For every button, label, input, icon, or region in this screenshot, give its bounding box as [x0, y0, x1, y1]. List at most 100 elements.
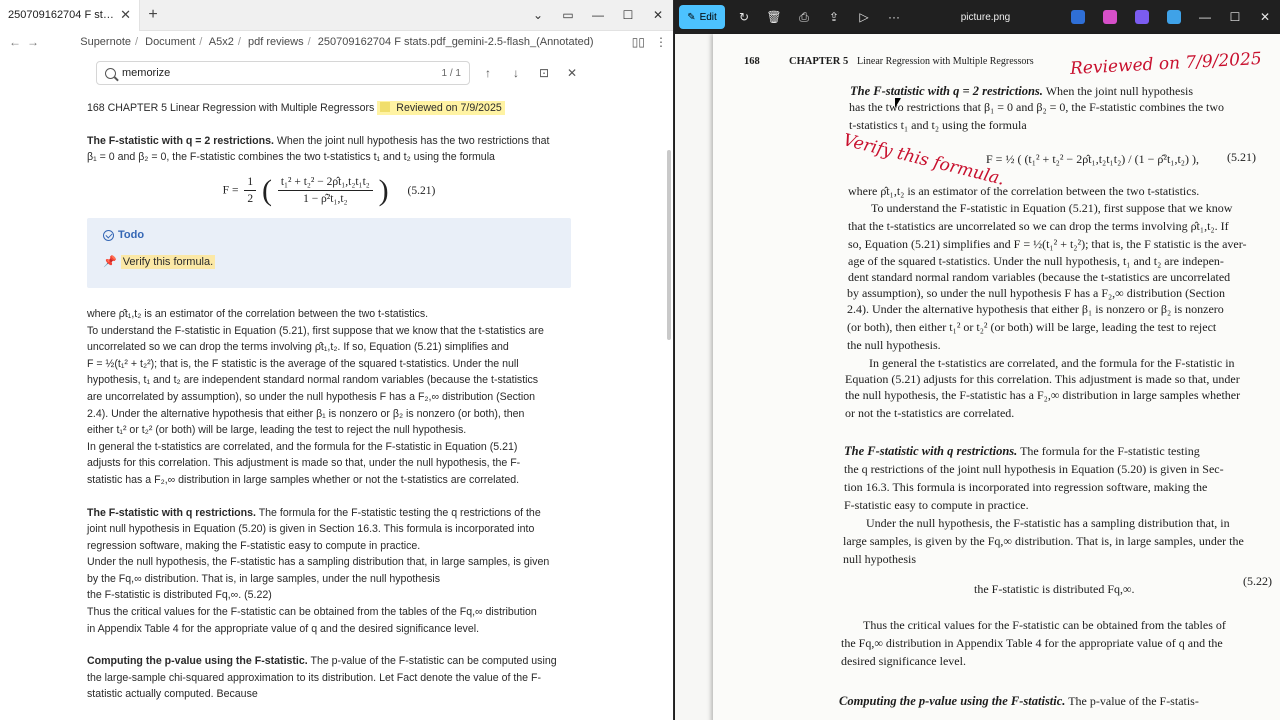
breadcrumb-item[interactable]: A5x2 — [209, 36, 234, 48]
nav-bar: ← → Supernote / Document / A5x2/ pdf revie… — [0, 31, 673, 53]
paragraph-line: The F-statistic with q = 2 restrictions.… — [87, 134, 550, 147]
scan-line: by assumption), so under the null hypoth… — [847, 286, 1226, 300]
edit-icon: ✎ — [687, 11, 696, 23]
sidebar-toggle-icon[interactable]: ▭ — [553, 8, 583, 22]
select-all-icon[interactable]: ⊡ — [534, 66, 554, 80]
scan-line: Computing the p-value using the F-statis… — [839, 694, 1199, 708]
search-icon — [105, 67, 116, 79]
window-title: picture.png — [960, 11, 1011, 23]
scan-line: has the two restrictions that β₁ = 0 and… — [849, 100, 1225, 114]
scan-line: In general the t-statistics are correlat… — [869, 356, 1235, 370]
document-tab[interactable]: 250709162704 F stats.pdf_... ✕ — [0, 0, 140, 31]
paragraph-line: regression software, making the F-statis… — [87, 539, 421, 552]
more-options-icon[interactable]: ··· — [883, 10, 905, 24]
formula-half: 12 — [244, 174, 257, 208]
book-icon[interactable]: ▯▯ — [632, 35, 645, 49]
scan-formula: F = ½ ( (t₁² + t₂² − 2ρ̂t₁,t₂t₁t₂) / (1 … — [986, 152, 1199, 166]
scan-line: the q restrictions of the joint null hyp… — [844, 462, 1224, 476]
paragraph-line: where ρ̂t₁,t₂ is an estimator of the cor… — [87, 307, 429, 320]
paragraph-line: Computing the p-value using the F-statis… — [87, 655, 557, 668]
breadcrumb: Supernote / Document / A5x2/ pdf reviews / … — [80, 36, 594, 48]
arrow-down-icon[interactable]: ↓ — [506, 66, 526, 80]
back-arrow-icon[interactable]: ← — [6, 35, 24, 49]
notes-window: 250709162704 F stats.pdf_... ✕ + ⌄ ▭ — ☐… — [0, 0, 674, 720]
paragraph-line: in Appendix Table 4 for the appropriate … — [87, 622, 480, 635]
paragraph-line: are uncorrelated by assumption), so unde… — [87, 390, 536, 403]
close-tab-icon[interactable]: ✕ — [120, 7, 131, 23]
scan-line: null hypothesis — [843, 552, 917, 566]
scan-line: (or both), then either t₁² or t₂² (or bo… — [847, 320, 1217, 334]
image-viewer-window: ✎ Edit ↻ 🗑 ⎙ ⇪ ▷ ··· picture.png — ☐ ✕ 16… — [675, 0, 1280, 720]
paragraph-line: To understand the F-statistic in Equatio… — [87, 324, 544, 337]
paragraph-line: either t₁² or t₂² (or both) will be larg… — [87, 424, 467, 437]
reviewed-highlight: Reviewed on 7/9/2025 — [377, 101, 505, 115]
scan-line: Under the null hypothesis, the F-statist… — [866, 516, 1230, 530]
formula-numerator: t₁² + t₂² − 2ρ̂t₁,t₂t₁t₂ — [277, 174, 373, 192]
breadcrumb-item[interactable]: pdf reviews — [248, 36, 304, 48]
app-icon[interactable] — [1135, 10, 1149, 24]
scan-line: large samples, is given by the Fq,∞ dist… — [843, 534, 1244, 548]
forward-arrow-icon[interactable]: → — [24, 35, 42, 49]
scan-line: F-statistic easy to compute in practice. — [844, 498, 1029, 512]
scan-line: The F-statistic with q = 2 restrictions.… — [850, 84, 1194, 98]
app-icon[interactable] — [1071, 10, 1085, 24]
minimize-icon[interactable]: — — [1194, 10, 1216, 24]
delete-icon[interactable]: 🗑 — [763, 10, 785, 24]
scan-line: 2.4). Under the alternative hypothesis t… — [847, 302, 1224, 316]
close-window-icon[interactable]: ✕ — [643, 8, 673, 22]
formula-denominator: 1 − ρ̂²t₁,t₂ — [303, 193, 348, 206]
paragraph-line: hypothesis, t₁ and t₂ are independent st… — [87, 374, 539, 387]
chevron-down-icon[interactable]: ⌄ — [523, 8, 553, 22]
arrow-up-icon[interactable]: ↑ — [478, 66, 498, 80]
pushpin-icon: 📌 — [103, 255, 117, 268]
rotate-icon[interactable]: ↻ — [733, 10, 755, 24]
paragraph-line: the large-sample chi-squared approximati… — [87, 671, 542, 684]
edit-button[interactable]: ✎ Edit — [679, 5, 725, 29]
slideshow-icon[interactable]: ▷ — [853, 10, 875, 24]
scan-line: desired significance level. — [841, 654, 966, 668]
breadcrumb-item[interactable]: 250709162704 F stats.pdf_gemini-2.5-flas… — [318, 36, 594, 48]
breadcrumb-item[interactable]: Document — [145, 36, 195, 48]
todo-title: Todo — [118, 228, 145, 241]
scan-line: Thus the critical values for the F-stati… — [863, 618, 1226, 632]
app-icon[interactable] — [1167, 10, 1181, 24]
maximize-icon[interactable]: ☐ — [613, 8, 643, 22]
maximize-icon[interactable]: ☐ — [1224, 10, 1246, 24]
scan-equation-number: (5.21) — [1227, 150, 1256, 164]
todo-item[interactable]: 📌 Verify this formula. — [103, 254, 555, 271]
scan-line: the null hypothesis. — [847, 338, 941, 352]
close-search-icon[interactable]: ✕ — [562, 66, 582, 80]
minimize-icon[interactable]: — — [583, 8, 613, 22]
share-icon[interactable]: ⇪ — [823, 10, 845, 24]
scan-line: where ρ̂t₁,t₂ is an estimator of the cor… — [848, 184, 1200, 198]
paragraph-line: β₁ = 0 and β₂ = 0, the F-statistic combi… — [87, 151, 495, 164]
scan-line: To understand the F-statistic in Equatio… — [871, 201, 1233, 215]
doc-heading: 168 CHAPTER 5 Linear Regression with Mul… — [87, 100, 571, 117]
scan-line: Equation (5.21) adjusts for this correla… — [845, 372, 1240, 386]
search-query[interactable]: memorize — [122, 67, 436, 79]
scanned-page: 168 CHAPTER 5 Linear Regression with Mul… — [713, 34, 1280, 720]
more-menu-icon[interactable]: ⋮ — [655, 35, 667, 49]
handwritten-verify-note: Verify this formula. — [841, 130, 1007, 190]
equation-number: (5.21) — [407, 184, 436, 197]
paragraph-line: statistic has a F₂,∞ distribution in lar… — [87, 473, 520, 486]
scan-line: tion 16.3. This formula is incorporated … — [844, 480, 1208, 494]
check-circle-icon — [103, 229, 114, 241]
close-window-icon[interactable]: ✕ — [1254, 10, 1276, 24]
app-icon[interactable] — [1103, 10, 1117, 24]
search-row: memorize 1 / 1 ↑ ↓ ⊡ ✕ — [0, 55, 673, 91]
breadcrumb-item[interactable]: Supernote — [80, 36, 131, 48]
search-input[interactable]: memorize 1 / 1 — [96, 61, 470, 85]
mouse-cursor-icon — [895, 98, 901, 108]
scan-equation-number: (5.22) — [1243, 574, 1272, 588]
screen: 250709162704 F stats.pdf_... ✕ + ⌄ ▭ — ☐… — [0, 0, 1280, 720]
scan-line: the F-statistic is distributed Fq,∞. — [974, 582, 1135, 596]
paragraph-line: The F-statistic with q restrictions. The… — [87, 506, 541, 519]
running-title: Linear Regression with Multiple Regresso… — [857, 56, 1034, 67]
document-body: 168 CHAPTER 5 Linear Regression with Mul… — [87, 100, 571, 703]
print-icon[interactable]: ⎙ — [793, 10, 815, 25]
paragraph-line: statistic actually computed. Because — [87, 688, 258, 701]
scrollbar-thumb[interactable] — [667, 150, 671, 340]
paragraph-line: Thus the critical values for the F-stati… — [87, 606, 537, 619]
new-tab-icon[interactable]: + — [140, 6, 166, 24]
